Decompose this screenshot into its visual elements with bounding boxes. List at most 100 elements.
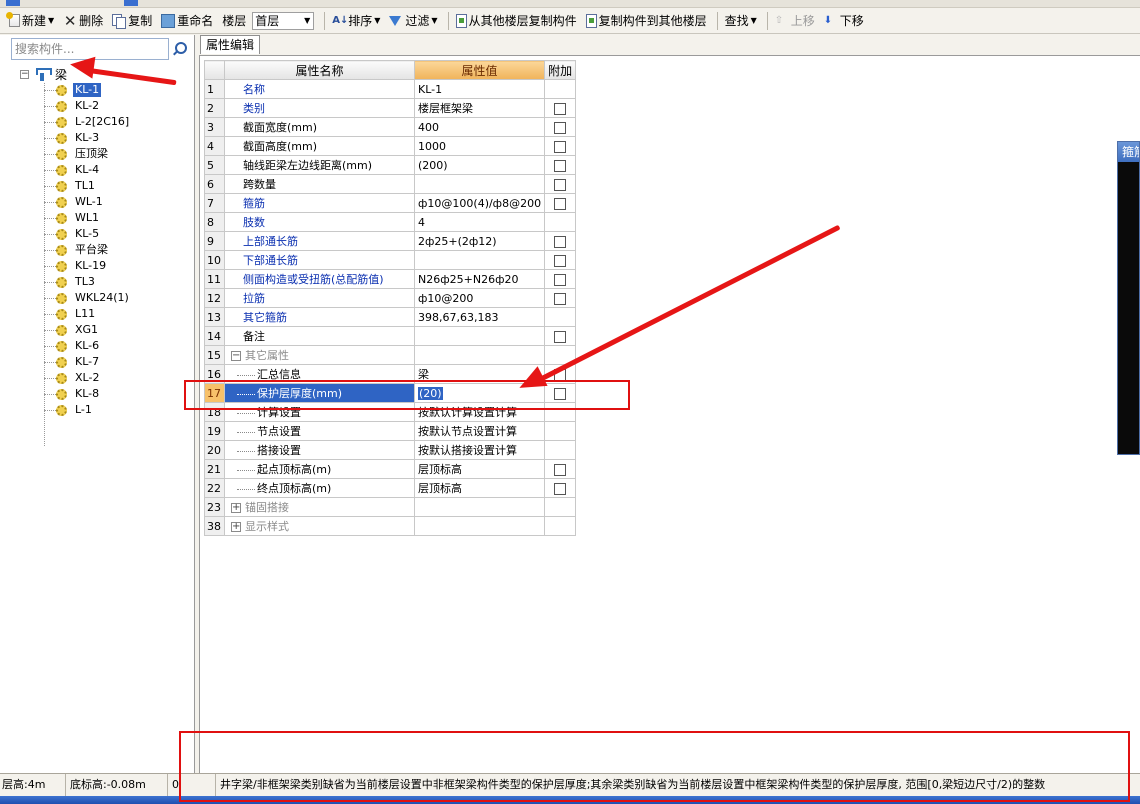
property-value-cell[interactable]: ф10@100(4)/ф8@200 [413, 193, 546, 213]
tree-item[interactable]: KL-6 [44, 338, 131, 354]
property-value-cell[interactable]: 400 [413, 117, 546, 137]
property-value-cell[interactable]: (200) [413, 155, 546, 175]
append-checkbox[interactable] [554, 292, 567, 305]
table-row[interactable]: 1 名称 KL-1 [204, 79, 577, 99]
property-value-cell[interactable]: 2ф25+(2ф12) [413, 231, 546, 251]
table-row[interactable]: 11 侧面构造或受扭筋(总配筋值) N26ф25+N26ф20 [204, 269, 577, 289]
tab-property-edit[interactable]: 属性编辑 [200, 35, 261, 54]
property-value-cell[interactable]: 按默认搭接设置计算 [413, 440, 546, 460]
extra-cell[interactable] [544, 269, 577, 289]
tree-item[interactable]: 平台梁 [44, 242, 131, 258]
extra-cell[interactable] [544, 459, 577, 479]
table-row[interactable]: 7 箍筋 ф10@100(4)/ф8@200 [204, 193, 577, 213]
extra-cell[interactable] [544, 231, 577, 251]
append-checkbox[interactable] [554, 102, 567, 115]
append-checkbox[interactable] [554, 330, 567, 343]
tree-root-beam[interactable]: − 梁 [20, 66, 67, 82]
filter-button[interactable]: 过滤 ▼ [386, 10, 440, 32]
property-value-cell[interactable] [413, 174, 546, 194]
tree-item[interactable]: TL3 [44, 274, 131, 290]
tree-item[interactable]: KL-8 [44, 386, 131, 402]
tree-item[interactable]: KL-4 [44, 162, 131, 178]
table-row[interactable]: 23 + 锚固搭接 [204, 497, 577, 517]
tree-item[interactable]: XG1 [44, 322, 131, 338]
table-row[interactable]: 10 下部通长筋 [204, 250, 577, 270]
append-checkbox[interactable] [554, 140, 567, 153]
floor-select[interactable]: 首层 ▼ [252, 11, 315, 30]
append-checkbox[interactable] [554, 159, 567, 172]
tree-item[interactable]: KL-2 [44, 98, 131, 114]
tree-item[interactable]: WL-1 [44, 194, 131, 210]
rename-button[interactable]: 重命名 [158, 10, 216, 32]
property-value-cell[interactable]: KL-1 [413, 79, 546, 99]
property-value-cell[interactable] [413, 497, 546, 517]
expand-icon[interactable]: + [231, 503, 241, 513]
extra-cell[interactable] [544, 117, 577, 137]
property-value-cell[interactable]: 层顶标高 [413, 478, 546, 498]
table-row[interactable]: 4 截面高度(mm) 1000 [204, 136, 577, 156]
tree-item[interactable]: WKL24(1) [44, 290, 131, 306]
table-row[interactable]: 12 拉筋 ф10@200 [204, 288, 577, 308]
property-value-cell[interactable]: 楼层框架梁 [413, 98, 546, 118]
expand-icon[interactable]: + [231, 522, 241, 532]
property-value-cell[interactable] [413, 250, 546, 270]
table-row[interactable]: 8 肢数 4 [204, 212, 577, 232]
move-down-button[interactable]: ⬇ 下移 [821, 10, 867, 32]
extra-cell[interactable] [544, 288, 577, 308]
table-row[interactable]: 5 轴线距梁左边线距离(mm) (200) [204, 155, 577, 175]
tree-item[interactable]: 压顶梁 [44, 146, 131, 162]
copy-to-floor-button[interactable]: 复制构件到其他楼层 [583, 10, 710, 32]
table-row[interactable]: 21 起点顶标高(m) 层顶标高 [204, 459, 577, 479]
tree-item[interactable]: XL-2 [44, 370, 131, 386]
tree-item[interactable]: L11 [44, 306, 131, 322]
extra-cell[interactable] [544, 478, 577, 498]
table-row[interactable]: 15− 其它属性 [204, 345, 577, 365]
extra-cell[interactable] [544, 136, 577, 156]
property-value-cell[interactable]: ф10@200 [413, 288, 546, 308]
search-icon[interactable] [172, 41, 188, 57]
table-row[interactable]: 22 终点顶标高(m) 层顶标高 [204, 478, 577, 498]
property-value-cell[interactable]: 398,67,63,183 [413, 307, 546, 327]
extra-cell[interactable] [544, 155, 577, 175]
table-row[interactable]: 20 搭接设置 按默认搭接设置计算 [204, 440, 577, 460]
table-row[interactable]: 9 上部通长筋 2ф25+(2ф12) [204, 231, 577, 251]
property-value-cell[interactable]: 4 [413, 212, 546, 232]
property-value-cell[interactable] [413, 345, 546, 365]
extra-cell[interactable] [544, 174, 577, 194]
property-value-cell[interactable] [413, 516, 546, 536]
append-checkbox[interactable] [554, 121, 567, 134]
sort-button[interactable]: A↓ 排序 ▼ [329, 10, 383, 32]
extra-cell[interactable] [544, 98, 577, 118]
tree-item[interactable]: TL1 [44, 178, 131, 194]
append-checkbox[interactable] [554, 197, 567, 210]
table-row[interactable]: 6 跨数量 [204, 174, 577, 194]
append-checkbox[interactable] [554, 254, 567, 267]
delete-button[interactable]: ✕ 删除 [60, 10, 106, 32]
tree-item[interactable]: KL-5 [44, 226, 131, 242]
append-checkbox[interactable] [554, 463, 567, 476]
property-value-cell[interactable]: 按默认节点设置计算 [413, 421, 546, 441]
tree-item[interactable]: L-1 [44, 402, 131, 418]
table-row[interactable]: 38 + 显示样式 [204, 516, 577, 536]
collapse-icon[interactable]: − [20, 69, 29, 79]
find-button[interactable]: 查找 ▼ [722, 10, 760, 32]
tree-item[interactable]: KL-1 [44, 82, 131, 98]
append-checkbox[interactable] [554, 235, 567, 248]
table-row[interactable]: 13 其它箍筋 398,67,63,183 [204, 307, 577, 327]
table-row[interactable]: 2 类别 楼层框架梁 [204, 98, 577, 118]
property-value-cell[interactable]: N26ф25+N26ф20 [413, 269, 546, 289]
property-value-cell[interactable] [413, 326, 546, 346]
tree-item[interactable]: KL-3 [44, 130, 131, 146]
copy-from-floor-button[interactable]: 从其他楼层复制构件 [453, 10, 580, 32]
table-row[interactable]: 19 节点设置 按默认节点设置计算 [204, 421, 577, 441]
tree-item[interactable]: WL1 [44, 210, 131, 226]
property-value-cell[interactable]: 层顶标高 [413, 459, 546, 479]
tree-item[interactable]: L-2[2C16] [44, 114, 131, 130]
append-checkbox[interactable] [554, 178, 567, 191]
copy-button[interactable]: 复制 [109, 10, 155, 32]
extra-cell[interactable] [544, 250, 577, 270]
new-button[interactable]: 新建 ▼ [6, 10, 57, 32]
tree-item[interactable]: KL-7 [44, 354, 131, 370]
table-row[interactable]: 14 备注 [204, 326, 577, 346]
property-value-cell[interactable]: 1000 [413, 136, 546, 156]
